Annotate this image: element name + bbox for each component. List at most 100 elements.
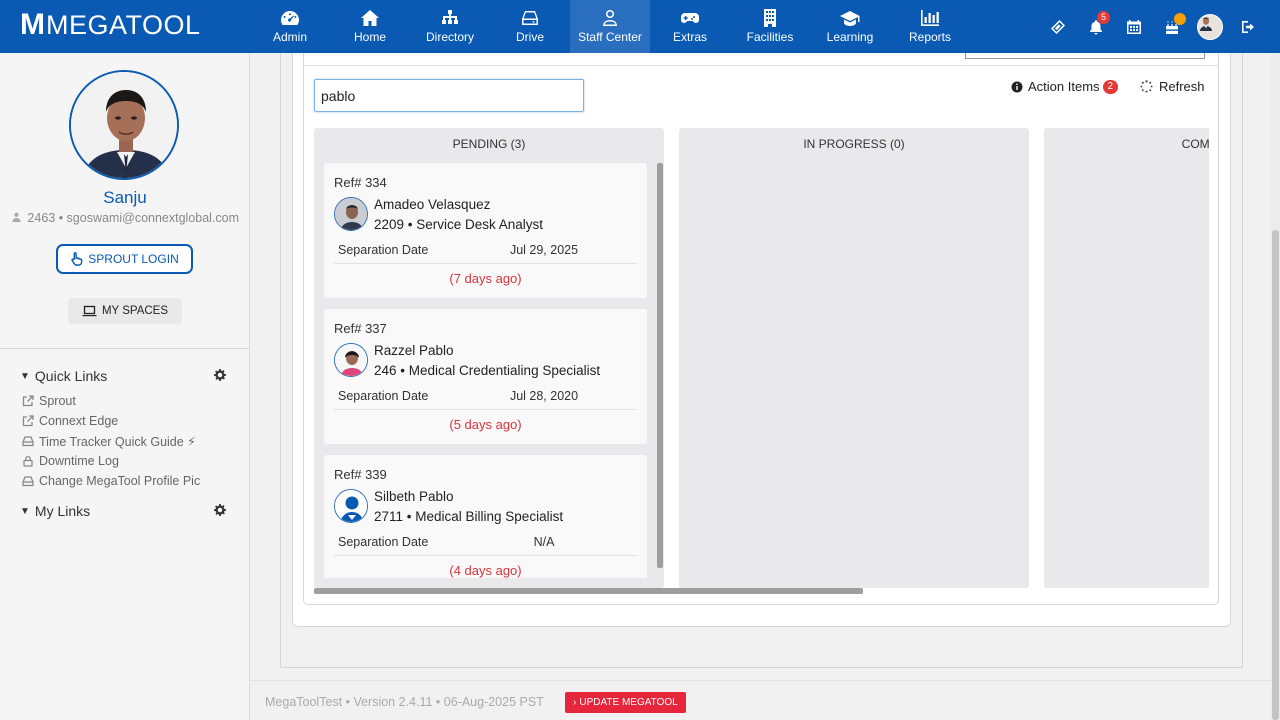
action-items-button[interactable]: Action Items 2 [1011, 79, 1119, 94]
profile-id-email: 2463 • sgoswami@connextglobal.com [27, 211, 240, 225]
notifications-button[interactable]: 5 [1082, 10, 1111, 41]
notification-count-badge: 5 [1097, 10, 1111, 24]
external-link-icon [22, 395, 34, 407]
sidebar: Sanju 2463 • sgoswami@connextglobal.com … [0, 53, 250, 720]
divider [304, 65, 1218, 66]
action-items-label: Action Items [1028, 79, 1100, 94]
cutoff-label-fragment [904, 53, 959, 57]
megatool-logo[interactable]: M MEGATOOL [20, 8, 201, 41]
birthdays-button[interactable] [1158, 12, 1186, 41]
quick-link-downtime-log[interactable]: Downtime Log [22, 451, 200, 471]
logo-text: MEGATOOL [46, 10, 201, 40]
nav-drive[interactable]: Drive [490, 0, 570, 53]
ticket-button[interactable] [1044, 13, 1072, 41]
logo-mark: M [20, 8, 45, 41]
nav-home[interactable]: Home [330, 0, 410, 53]
nav-label: Home [353, 30, 386, 44]
employee-name: Amadeo Velasquez [374, 197, 491, 212]
logout-button[interactable] [1234, 13, 1262, 41]
refresh-button[interactable]: Refresh [1140, 79, 1205, 94]
default-user-avatar-icon [334, 489, 368, 523]
gear-icon[interactable] [214, 504, 226, 516]
my-spaces-button[interactable]: MY SPACES [68, 298, 182, 324]
refresh-label: Refresh [1159, 79, 1205, 94]
employee-name: Silbeth Pablo [374, 489, 454, 504]
column-completed: COMPLETED [1044, 128, 1209, 588]
quick-link-label: Connext Edge [39, 414, 119, 428]
card-list: Ref# 334 Amadeo Velasquez 2209 • Service… [324, 163, 647, 578]
nav-admin[interactable]: Admin [250, 0, 330, 53]
column-title: COMPLETED [1181, 137, 1209, 151]
card-ref: Ref# 334 [334, 175, 387, 190]
card-ref: Ref# 337 [334, 321, 387, 336]
update-megatool-button[interactable]: › UPDATE MEGATOOL [565, 692, 686, 713]
employee-avatar [334, 343, 368, 377]
separation-date-label: Separation Date [338, 243, 429, 257]
column-scrollbar[interactable] [657, 163, 663, 568]
bar-chart-icon [921, 10, 939, 26]
profile-photo[interactable] [69, 70, 179, 180]
top-navbar: M MEGATOOL Admin Home Directory Drive St… [0, 0, 1280, 53]
my-links-title: My Links [34, 503, 91, 519]
action-items-count-badge: 2 [1102, 79, 1119, 94]
quick-link-connext-edge[interactable]: Connext Edge [22, 411, 200, 431]
nav-extras[interactable]: Extras [650, 0, 730, 53]
profile-meta: 2463 • sgoswami@connextglobal.com [0, 211, 250, 225]
sitemap-icon [442, 10, 458, 24]
my-spaces-label: MY SPACES [101, 305, 169, 317]
column-pending: PENDING (3) Ref# 334 Amadeo Velasquez 22… [314, 128, 664, 588]
employee-role: 2711 • Medical Billing Specialist [374, 509, 564, 524]
quick-link-label: Time Tracker Quick Guide ⚡ [39, 434, 196, 449]
filter-select-cutoff[interactable] [965, 53, 1205, 59]
column-title: PENDING (3) [452, 137, 526, 151]
divider [334, 555, 637, 556]
separation-card[interactable]: Ref# 339 Silbeth Pablo 2711 • Medical Bi… [324, 455, 647, 578]
user-avatar-button[interactable] [1196, 13, 1224, 41]
separation-card[interactable]: Ref# 337 Razzel Pablo 246 • Medical Cred… [324, 309, 647, 444]
quick-link-label: Change MegaTool Profile Pic [39, 474, 201, 488]
separation-date-value: N/A [533, 535, 555, 549]
board-horizontal-scrollbar[interactable] [314, 588, 863, 594]
nav-facilities[interactable]: Facilities [730, 0, 810, 53]
building-icon [764, 9, 776, 27]
quick-link-sprout[interactable]: Sprout [22, 391, 200, 411]
sprout-login-label: SPROUT LOGIN [88, 252, 179, 266]
nav-staff-center[interactable]: Staff Center [570, 0, 650, 53]
gear-icon[interactable] [214, 369, 226, 381]
pointer-hand-icon [71, 252, 83, 266]
laptop-icon [82, 305, 97, 317]
lock-icon [23, 455, 33, 467]
quick-link-time-tracker-guide[interactable]: Time Tracker Quick Guide ⚡ [22, 431, 200, 451]
user-sitemap-icon [12, 212, 21, 223]
main-nav: Admin Home Directory Drive Staff Center … [250, 0, 970, 53]
profile-name[interactable]: Sanju [0, 188, 250, 208]
page-scrollbar[interactable] [1272, 230, 1279, 720]
birthday-indicator-dot [1174, 12, 1186, 25]
nav-label: Staff Center [578, 30, 642, 44]
update-label: UPDATE MEGATOOL [579, 697, 678, 708]
user-icon [603, 10, 617, 26]
nav-label: Learning [826, 30, 874, 44]
home-icon [361, 10, 379, 26]
footer: MegaToolTest • Version 2.4.11 • 06-Aug-2… [250, 680, 1271, 720]
nav-directory[interactable]: Directory [410, 0, 490, 53]
nav-label: Extras [672, 30, 707, 44]
my-links-toggle[interactable]: ▼ My Links [20, 503, 230, 519]
divider [334, 263, 637, 264]
dashboard-icon [281, 11, 299, 25]
calendar-button[interactable] [1120, 13, 1148, 41]
nav-reports[interactable]: Reports [890, 0, 970, 53]
gamepad-icon [681, 13, 699, 23]
search-input[interactable] [314, 79, 584, 112]
nav-learning[interactable]: Learning [810, 0, 890, 53]
version-info: MegaToolTest • Version 2.4.11 • 06-Aug-2… [265, 695, 544, 709]
quick-links-toggle[interactable]: ▼ Quick Links [20, 368, 230, 384]
chevron-right-icon: › [573, 697, 577, 708]
quick-link-change-profile-pic[interactable]: Change MegaTool Profile Pic [22, 471, 200, 491]
drive-icon [22, 436, 34, 447]
quick-links-list: Sprout Connext Edge Time Tracker Quick G… [22, 391, 200, 491]
sprout-login-button[interactable]: SPROUT LOGIN [56, 244, 193, 274]
external-link-icon [22, 415, 34, 427]
separation-card[interactable]: Ref# 334 Amadeo Velasquez 2209 • Service… [324, 163, 647, 298]
days-ago: (5 days ago) [449, 417, 522, 432]
